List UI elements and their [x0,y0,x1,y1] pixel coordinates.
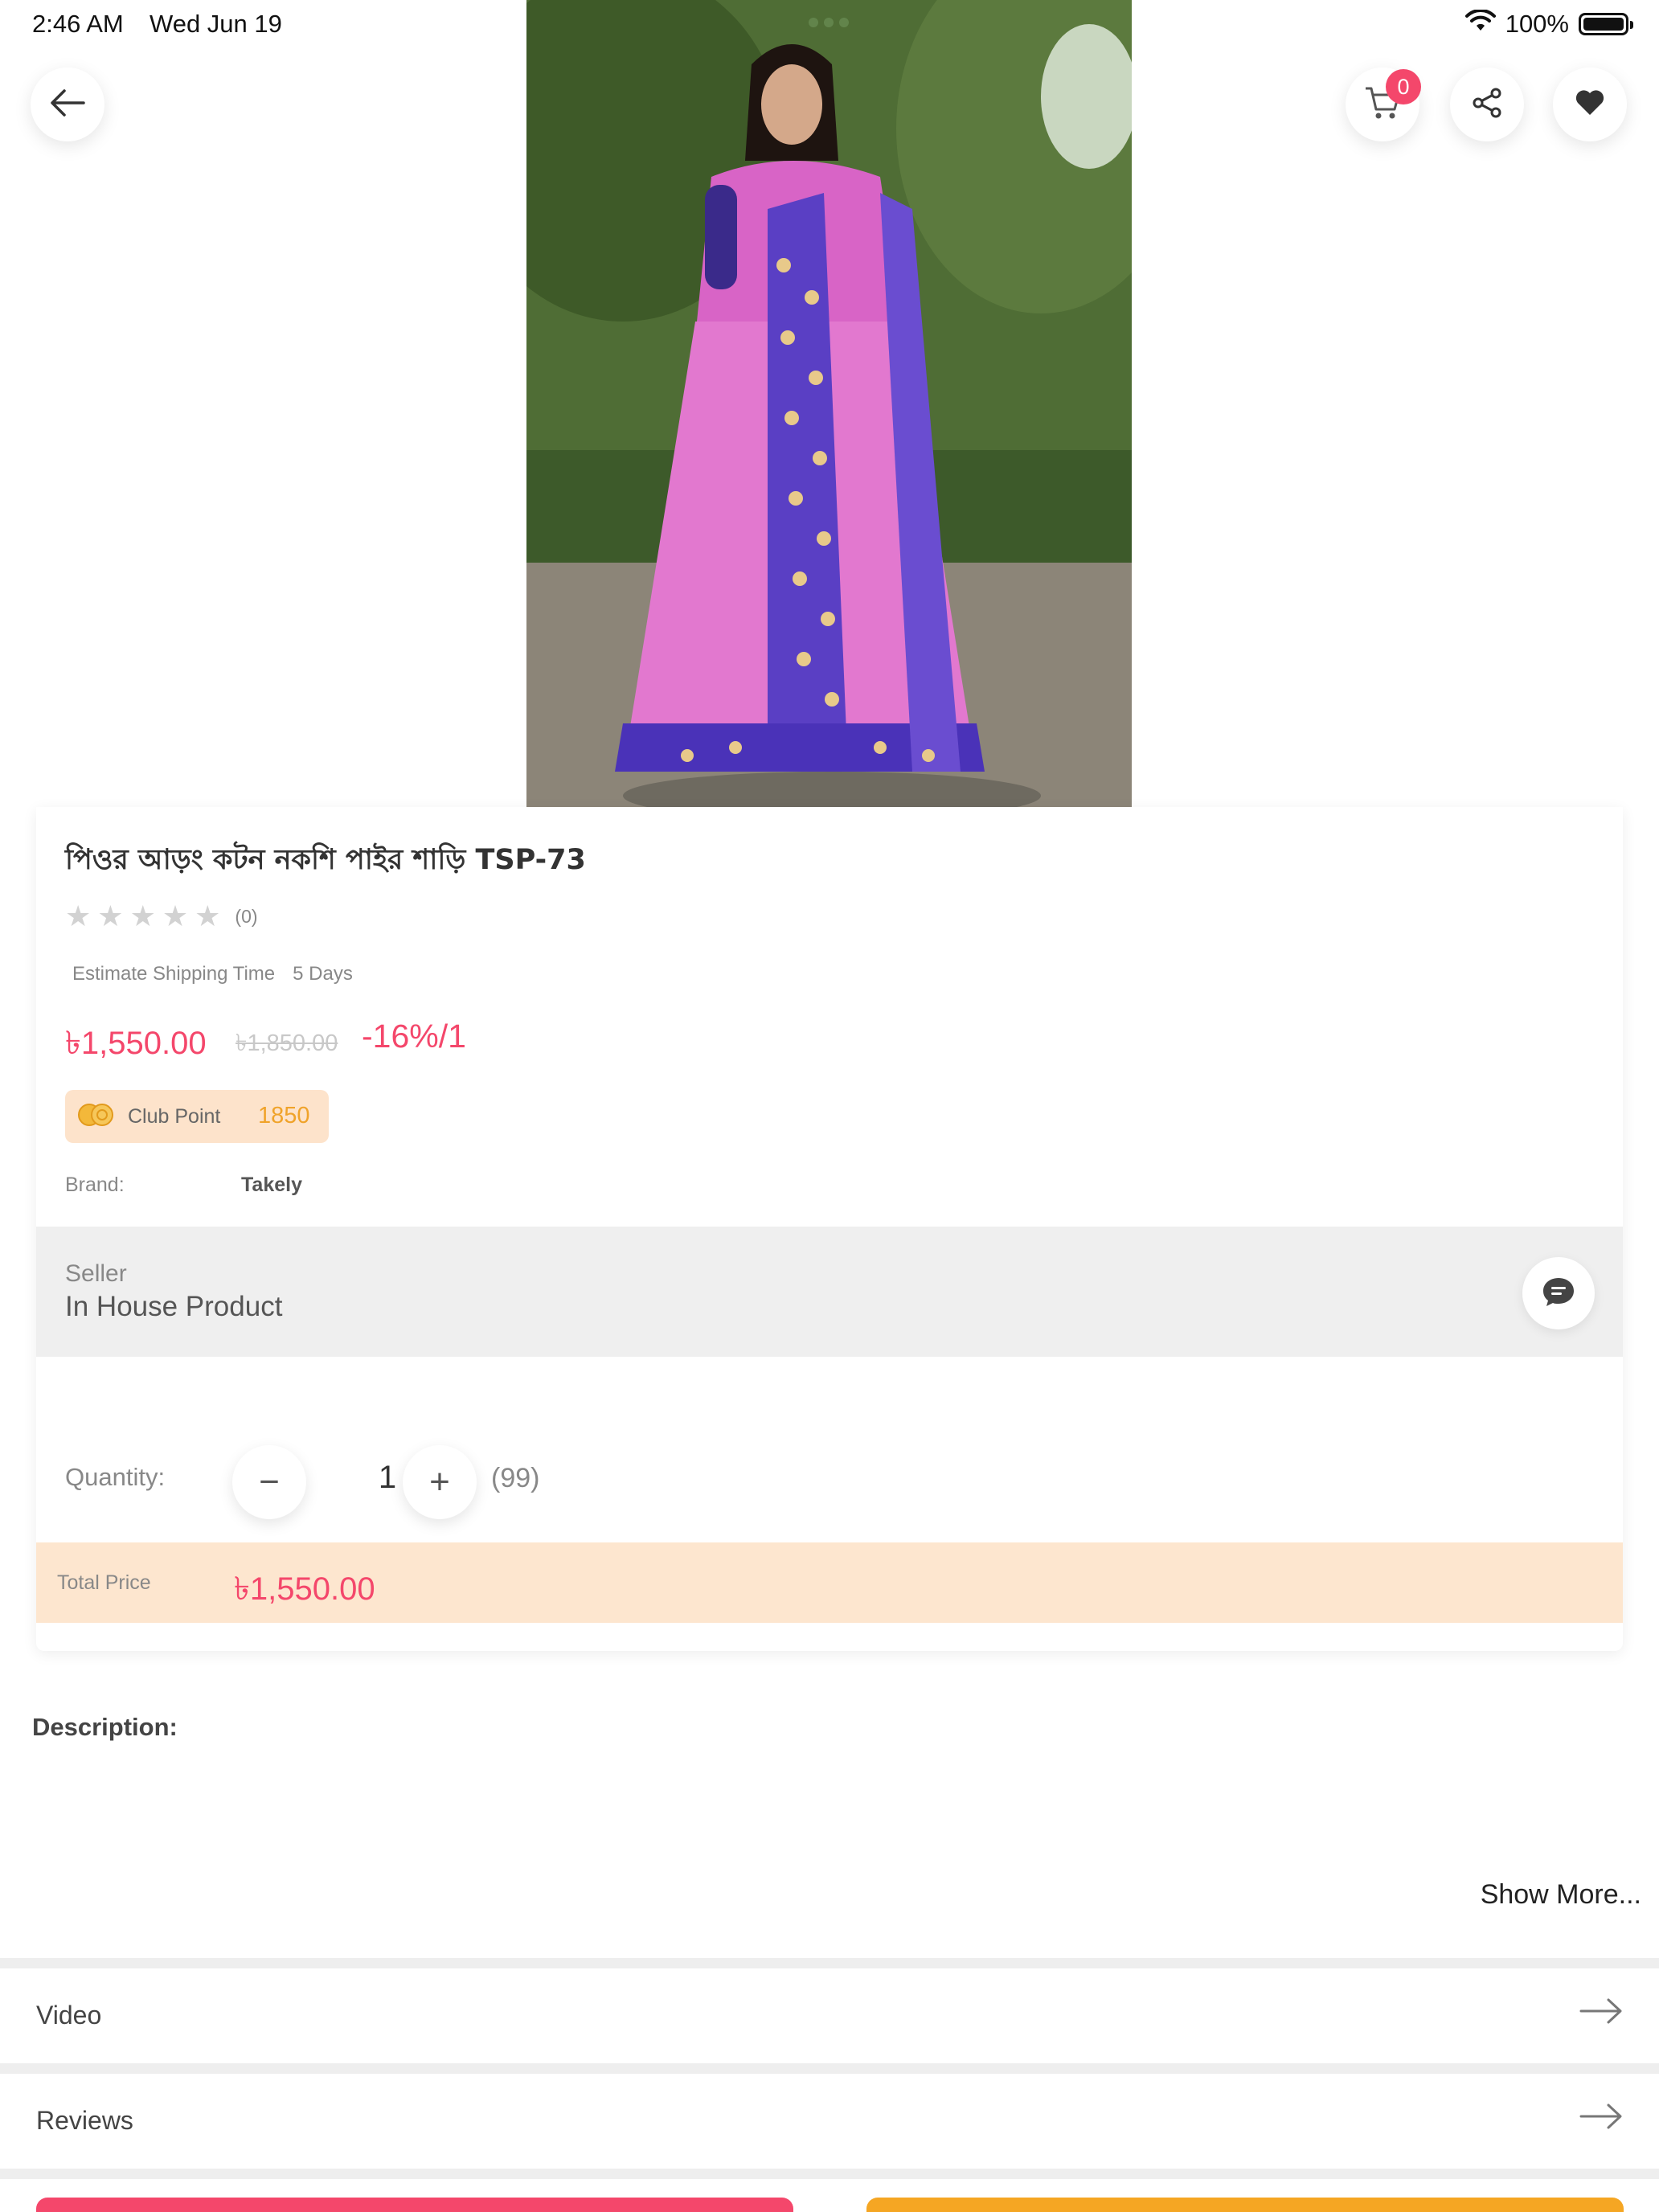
arrow-left-icon [50,88,85,121]
star-icon: ★ [129,899,156,932]
club-point-label: Club Point [128,1104,221,1128]
star-icon: ★ [195,899,221,932]
club-point-badge: Club Point 1850 [65,1090,329,1143]
buy-now-button[interactable] [866,2198,1624,2212]
coin-icon [76,1102,117,1132]
brand-label: Brand: [65,1174,125,1196]
cart-count-badge: 0 [1386,69,1421,104]
quantity-label: Quantity: [65,1463,166,1491]
shipping-time: Estimate Shipping Time 5 Days [72,963,353,985]
show-more-link[interactable]: Show More... [1481,1879,1641,1911]
chat-icon [1542,1276,1575,1312]
reviews-section-label: Reviews [36,2106,133,2135]
product-image[interactable] [526,0,1132,807]
multitasking-dots[interactable] [809,18,849,27]
section-divider [0,1958,1659,1968]
total-price-label: Total Price [57,1571,151,1594]
heart-icon [1575,89,1605,121]
shipping-label: Estimate Shipping Time [72,963,276,985]
section-divider [0,2063,1659,2074]
shipping-value: 5 Days [293,963,353,985]
quantity-increment-button[interactable]: + [403,1445,477,1519]
share-button[interactable] [1450,68,1524,141]
rating-stars: ★ ★ ★ ★ ★ (0) [65,902,258,931]
chat-seller-button[interactable] [1522,1257,1595,1329]
arrow-right-icon [1579,1997,1623,2029]
wifi-icon [1464,8,1496,39]
back-button[interactable] [31,68,104,141]
status-indicators: 100% [1464,8,1633,39]
brand-value[interactable]: Takely [241,1174,302,1197]
product-info-card: পিওর আড়ং কটন নকশি পাইর শাড়ি TSP-73 ★ ★… [36,807,1623,1651]
club-point-value: 1850 [258,1103,310,1129]
seller-label: Seller [65,1260,127,1287]
status-time: 2:46 AM [32,10,124,38]
battery-percent: 100% [1505,10,1569,38]
total-price-value: ৳1,550.00 [234,1571,375,1607]
star-icon: ★ [65,899,92,932]
status-date: Wed Jun 19 [150,10,282,38]
arrow-right-icon [1579,2103,1623,2134]
description-title: Description: [32,1713,178,1741]
share-icon [1472,88,1502,122]
reviews-section-row[interactable]: Reviews [0,2074,1659,2169]
stock-count: (99) [491,1463,540,1493]
quantity-decrement-button[interactable]: − [232,1445,306,1519]
wishlist-button[interactable] [1553,68,1627,141]
star-icon: ★ [97,899,124,932]
section-divider [0,2169,1659,2179]
battery-icon [1579,13,1633,35]
video-section-label: Video [36,2001,102,2030]
seller-name: In House Product [65,1291,283,1322]
status-bar: 2:46 AM Wed Jun 19 100% [0,0,1659,48]
seller-section: Seller In House Product [36,1227,1623,1357]
video-section-row[interactable]: Video [0,1968,1659,2063]
star-icon: ★ [162,899,189,932]
total-price-bar: Total Price ৳1,550.00 [36,1542,1623,1623]
old-price: ৳1,850.00 [236,1030,338,1056]
add-to-cart-button[interactable] [36,2198,793,2212]
discount-badge: -16%/1 [362,1018,466,1055]
rating-count: (0) [235,905,258,927]
product-title: পিওর আড়ং কটন নকশি পাইর শাড়ি TSP-73 [65,844,586,876]
cart-button[interactable]: 0 [1346,68,1421,141]
current-price: ৳1,550.00 [65,1026,207,1061]
